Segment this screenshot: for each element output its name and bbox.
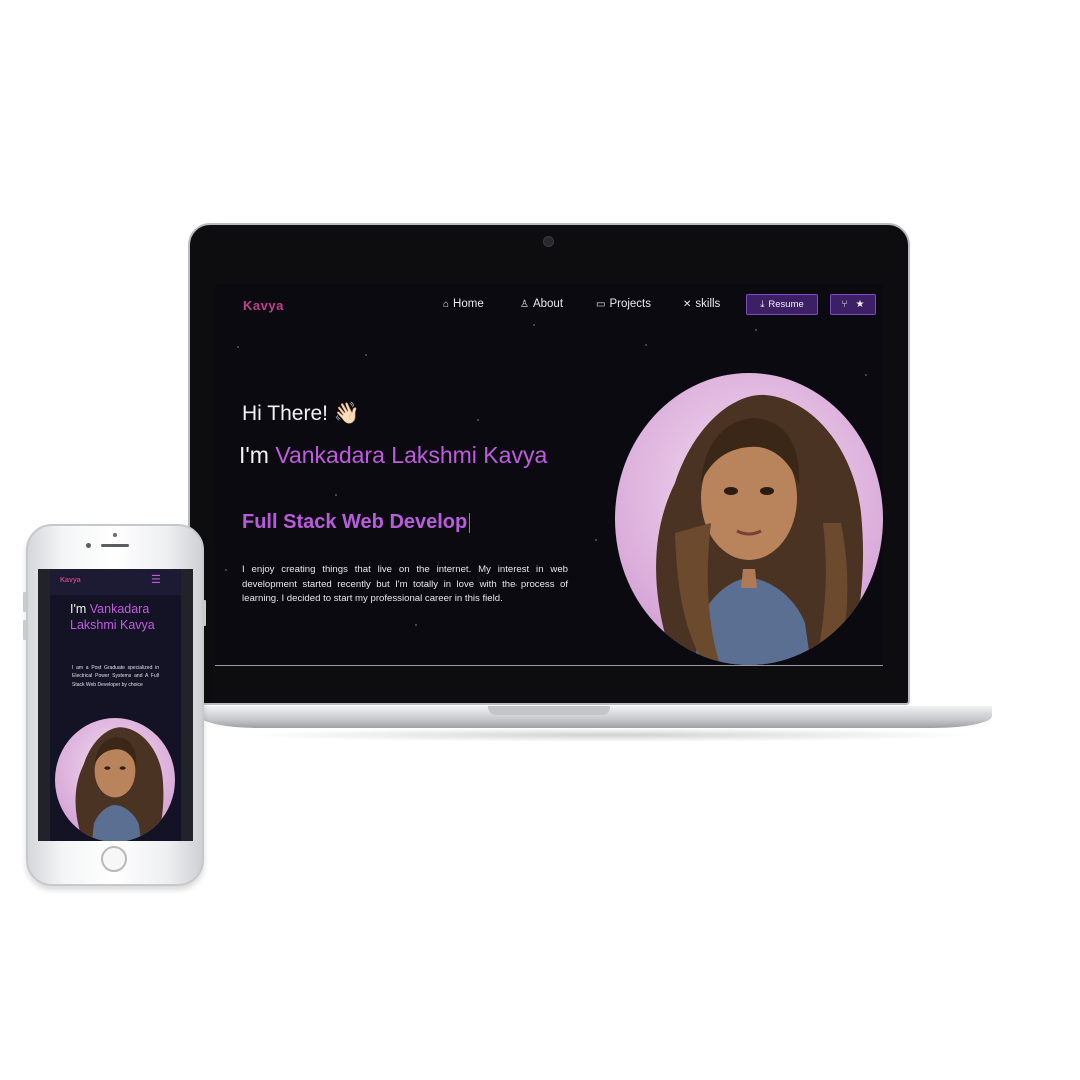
phone-volume-up	[23, 592, 26, 612]
brand-logo[interactable]: Kavya	[243, 298, 284, 313]
intro-prefix: I'm	[239, 442, 269, 468]
intro-name: Vankadara Lakshmi Kavya	[275, 442, 548, 468]
nav-skills[interactable]: ✕ skills	[683, 298, 720, 310]
laptop-screen: Kavya ⌂ Home ♙ About ▭ Projects ✕ skills…	[215, 284, 883, 666]
github-star-button[interactable]: ⑂ ★	[830, 294, 876, 315]
user-icon: ♙	[520, 298, 529, 310]
nav-skills-label: skills	[695, 298, 721, 310]
phone-screen-left-edge	[38, 569, 50, 841]
phone-brand-logo[interactable]: Kavya	[60, 577, 81, 584]
monitor-icon: ▭	[596, 298, 606, 310]
phone-intro-heading: I'm Vankadara Lakshmi Kavya	[70, 601, 180, 633]
hamburger-menu-icon[interactable]: ☰	[151, 575, 161, 586]
phone-power-button	[203, 600, 206, 626]
fork-icon: ⑂	[841, 299, 848, 310]
laptop-camera	[543, 236, 554, 247]
resume-button[interactable]: ⤓ Resume	[746, 294, 818, 315]
nav-projects-label: Projects	[609, 298, 651, 310]
profile-photo	[615, 373, 883, 665]
phone-screen: Kavya ☰ I'm Vankadara Lakshmi Kavya I am…	[38, 569, 193, 841]
role-text: Full Stack Web Develop	[242, 511, 468, 533]
greeting: Hi There! 👋🏻	[242, 402, 360, 425]
laptop-shadow	[240, 728, 980, 742]
nav-about[interactable]: ♙ About	[520, 298, 563, 310]
phone-intro-prefix: I'm	[70, 602, 87, 616]
screen-divider	[215, 665, 883, 666]
nav-home-label: Home	[453, 298, 484, 310]
star-icon: ★	[855, 299, 865, 310]
phone-volume-down	[23, 620, 26, 640]
phone-speaker	[101, 544, 129, 547]
about-description: I enjoy creating things that live on the…	[242, 564, 568, 604]
nav-projects[interactable]: ▭ Projects	[596, 298, 651, 310]
laptop-notch	[488, 706, 610, 715]
phone-front-camera	[86, 543, 91, 548]
role-typewriter: Full Stack Web Develop	[242, 511, 471, 534]
nav-home[interactable]: ⌂ Home	[443, 298, 484, 310]
phone-home-button	[101, 846, 127, 872]
nav-about-label: About	[532, 298, 564, 310]
download-icon: ⤓	[760, 299, 765, 310]
home-icon: ⌂	[443, 298, 450, 310]
phone-screen-right-edge	[181, 569, 193, 841]
phone-description: I am a Post Graduate specialized in Elec…	[72, 665, 159, 688]
resume-label: Resume	[768, 299, 804, 310]
phone-sensor	[113, 533, 117, 537]
phone-profile-photo	[55, 718, 175, 841]
intro-heading: I'm Vankadara Lakshmi Kavya	[239, 442, 547, 469]
tools-icon: ✕	[683, 298, 692, 310]
typing-caret	[469, 512, 471, 533]
